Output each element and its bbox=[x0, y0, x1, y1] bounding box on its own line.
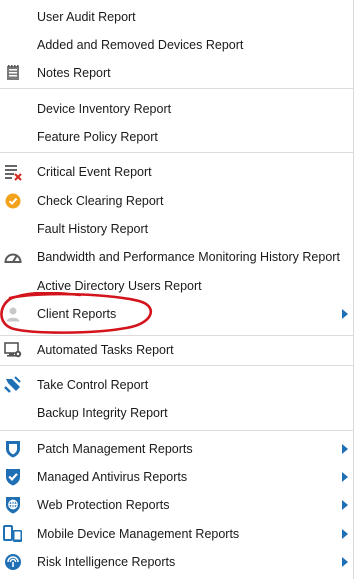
menu-item-label: Device Inventory Report bbox=[37, 102, 172, 116]
notes-icon bbox=[3, 63, 23, 83]
menu-item-label: Added and Removed Devices Report bbox=[37, 38, 244, 52]
menu-item-web-protection-reports[interactable]: Web Protection Reports bbox=[0, 491, 354, 519]
submenu-arrow-icon bbox=[342, 309, 348, 319]
mobile-device-icon bbox=[3, 524, 23, 544]
menu-item-label: Client Reports bbox=[37, 307, 117, 321]
take-control-icon bbox=[3, 375, 23, 395]
shield-icon bbox=[3, 439, 23, 459]
menu-item-label: Automated Tasks Report bbox=[37, 343, 174, 357]
menu-separator bbox=[0, 152, 354, 153]
menu-item-bandwidth-performance-report[interactable]: Bandwidth and Performance Monitoring His… bbox=[0, 243, 354, 271]
menu-item-label: Feature Policy Report bbox=[37, 130, 158, 144]
submenu-arrow-icon bbox=[342, 472, 348, 482]
menu-item-added-removed-devices-report[interactable]: Added and Removed Devices Report bbox=[0, 31, 354, 59]
menu-separator bbox=[0, 430, 354, 431]
menu-item-label: Take Control Report bbox=[37, 378, 149, 392]
menu-item-label: User Audit Report bbox=[37, 10, 136, 24]
critical-event-icon bbox=[3, 162, 23, 182]
automated-tasks-icon bbox=[3, 340, 23, 360]
menu-item-label: Mobile Device Management Reports bbox=[37, 527, 240, 541]
menu-item-take-control-report[interactable]: Take Control Report bbox=[0, 371, 354, 399]
antivirus-shield-icon bbox=[3, 467, 23, 487]
submenu-arrow-icon bbox=[342, 529, 348, 539]
menu-item-notes-report[interactable]: Notes Report bbox=[0, 59, 354, 87]
menu-item-label: Managed Antivirus Reports bbox=[37, 470, 188, 484]
submenu-arrow-icon bbox=[342, 500, 348, 510]
gauge-icon bbox=[3, 247, 23, 267]
menu-item-label: Active Directory Users Report bbox=[37, 279, 202, 293]
menu-item-patch-management-reports[interactable]: Patch Management Reports bbox=[0, 435, 354, 463]
menu-separator bbox=[0, 365, 354, 366]
risk-intelligence-icon bbox=[3, 552, 23, 572]
menu-item-backup-integrity-report[interactable]: Backup Integrity Report bbox=[0, 399, 354, 427]
menu-item-active-directory-users-report[interactable]: Active Directory Users Report bbox=[0, 272, 354, 300]
menu-item-managed-antivirus-reports[interactable]: Managed Antivirus Reports bbox=[0, 463, 354, 491]
user-icon bbox=[3, 304, 23, 324]
submenu-arrow-icon bbox=[342, 557, 348, 567]
menu-item-label: Risk Intelligence Reports bbox=[37, 555, 176, 569]
menu-item-label: Web Protection Reports bbox=[37, 498, 170, 512]
globe-shield-icon bbox=[3, 495, 23, 515]
menu-item-label: Check Clearing Report bbox=[37, 194, 164, 208]
menu-item-label: Fault History Report bbox=[37, 222, 149, 236]
reports-context-menu: User Audit Report Added and Removed Devi… bbox=[0, 0, 354, 579]
menu-item-fault-history-report[interactable]: Fault History Report bbox=[0, 215, 354, 243]
menu-item-check-clearing-report[interactable]: Check Clearing Report bbox=[0, 187, 354, 215]
menu-item-automated-tasks-report[interactable]: Automated Tasks Report bbox=[0, 336, 354, 364]
menu-item-label: Patch Management Reports bbox=[37, 442, 193, 456]
menu-item-label: Notes Report bbox=[37, 66, 111, 80]
menu-item-critical-event-report[interactable]: Critical Event Report bbox=[0, 158, 354, 186]
menu-item-device-inventory-report[interactable]: Device Inventory Report bbox=[0, 95, 354, 123]
check-clearing-icon bbox=[3, 191, 23, 211]
menu-item-feature-policy-report[interactable]: Feature Policy Report bbox=[0, 123, 354, 151]
menu-item-mobile-device-management-reports[interactable]: Mobile Device Management Reports bbox=[0, 520, 354, 548]
menu-item-risk-intelligence-reports[interactable]: Risk Intelligence Reports bbox=[0, 548, 354, 576]
menu-item-label: Backup Integrity Report bbox=[37, 406, 168, 420]
menu-separator bbox=[0, 88, 354, 89]
menu-item-client-reports[interactable]: Client Reports bbox=[0, 300, 354, 328]
menu-item-label: Critical Event Report bbox=[37, 165, 152, 179]
submenu-arrow-icon bbox=[342, 444, 348, 454]
menu-item-label: Bandwidth and Performance Monitoring His… bbox=[37, 250, 340, 264]
menu-item-user-audit-report[interactable]: User Audit Report bbox=[0, 3, 354, 31]
